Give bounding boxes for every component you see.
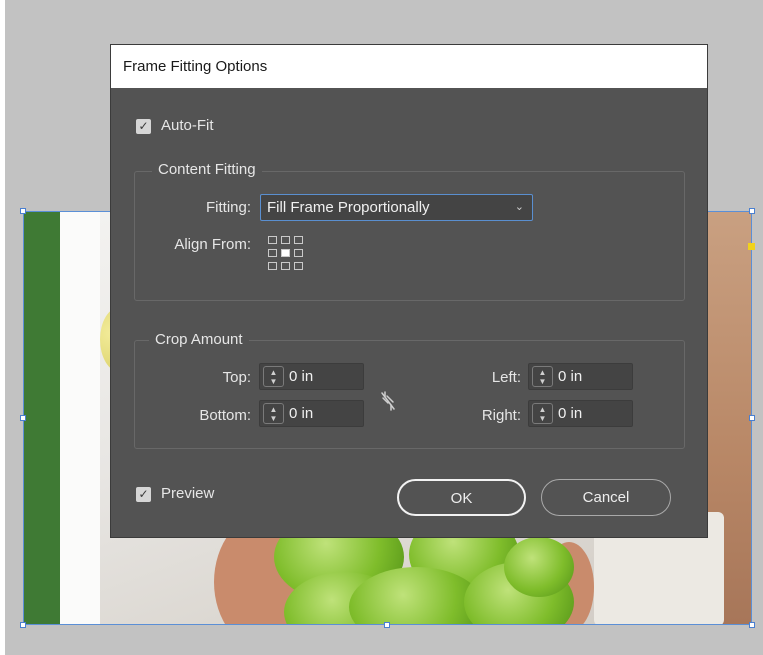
- crop-left-label: Left:: [491, 369, 521, 386]
- preview-checkbox[interactable]: ✓: [136, 487, 151, 502]
- crop-right-field[interactable]: ▲ ▼ 0 in: [528, 400, 633, 427]
- align-top-right[interactable]: [294, 236, 303, 244]
- crop-amount-legend: Crop Amount: [149, 331, 249, 348]
- lime: [504, 537, 574, 597]
- align-middle-left[interactable]: [268, 249, 277, 257]
- align-bottom-center[interactable]: [281, 262, 290, 270]
- align-top-left[interactable]: [268, 236, 277, 244]
- fitting-label: Fitting:: [205, 199, 251, 216]
- dialog-title[interactable]: Frame Fitting Options: [111, 45, 707, 88]
- align-center[interactable]: [281, 249, 290, 257]
- frame-fitting-dialog: Frame Fitting Options ✓ Auto-Fit Content…: [110, 44, 708, 538]
- align-from-reference-grid[interactable]: [268, 236, 306, 274]
- auto-fit-checkbox[interactable]: ✓: [136, 119, 151, 134]
- fitting-select-value: Fill Frame Proportionally: [267, 199, 430, 216]
- white-strip: [60, 212, 100, 624]
- crop-left-field[interactable]: ▲ ▼ 0 in: [528, 363, 633, 390]
- cancel-button[interactable]: Cancel: [541, 479, 671, 516]
- auto-fit-label: Auto-Fit: [161, 117, 214, 134]
- ok-button[interactable]: OK: [397, 479, 526, 516]
- chevron-down-icon: ⌄: [514, 201, 524, 213]
- stepper-arrows-icon[interactable]: ▲ ▼: [263, 403, 284, 424]
- stepper-arrows-icon[interactable]: ▲ ▼: [532, 403, 553, 424]
- selection-handle-top-right[interactable]: [749, 208, 755, 214]
- stepper-arrows-icon[interactable]: ▲ ▼: [532, 366, 553, 387]
- selection-handle-bottom-middle[interactable]: [384, 622, 390, 628]
- content-fitting-legend: Content Fitting: [152, 161, 262, 178]
- selection-handle-bottom-right[interactable]: [749, 622, 755, 628]
- crop-bottom-field[interactable]: ▲ ▼ 0 in: [259, 400, 364, 427]
- crop-right-label: Right:: [481, 407, 521, 424]
- crop-left-value[interactable]: 0 in: [558, 364, 582, 389]
- stepper-arrows-icon[interactable]: ▲ ▼: [263, 366, 284, 387]
- green-strip: [24, 212, 60, 624]
- selection-handle-top-left[interactable]: [20, 208, 26, 214]
- crop-bottom-value[interactable]: 0 in: [289, 401, 313, 426]
- selection-handle-middle-right[interactable]: [749, 415, 755, 421]
- crop-amount-group: [134, 340, 685, 449]
- selection-handle-middle-left[interactable]: [20, 415, 26, 421]
- align-from-label: Align From:: [174, 236, 251, 253]
- align-bottom-right[interactable]: [294, 262, 303, 270]
- crop-top-label: Top:: [222, 369, 251, 386]
- align-top-center[interactable]: [281, 236, 290, 244]
- crop-top-field[interactable]: ▲ ▼ 0 in: [259, 363, 364, 390]
- selection-handle-bottom-left[interactable]: [20, 622, 26, 628]
- fitting-select[interactable]: Fill Frame Proportionally ⌄: [260, 194, 533, 221]
- crop-bottom-label: Bottom:: [199, 407, 251, 424]
- align-middle-right[interactable]: [294, 249, 303, 257]
- corner-radius-handle[interactable]: [748, 243, 755, 250]
- preview-label: Preview: [161, 485, 215, 502]
- align-bottom-left[interactable]: [268, 262, 277, 270]
- crop-top-value[interactable]: 0 in: [289, 364, 313, 389]
- unlinked-chain-icon[interactable]: [379, 390, 397, 412]
- page-edge: [0, 0, 5, 655]
- crop-right-value[interactable]: 0 in: [558, 401, 582, 426]
